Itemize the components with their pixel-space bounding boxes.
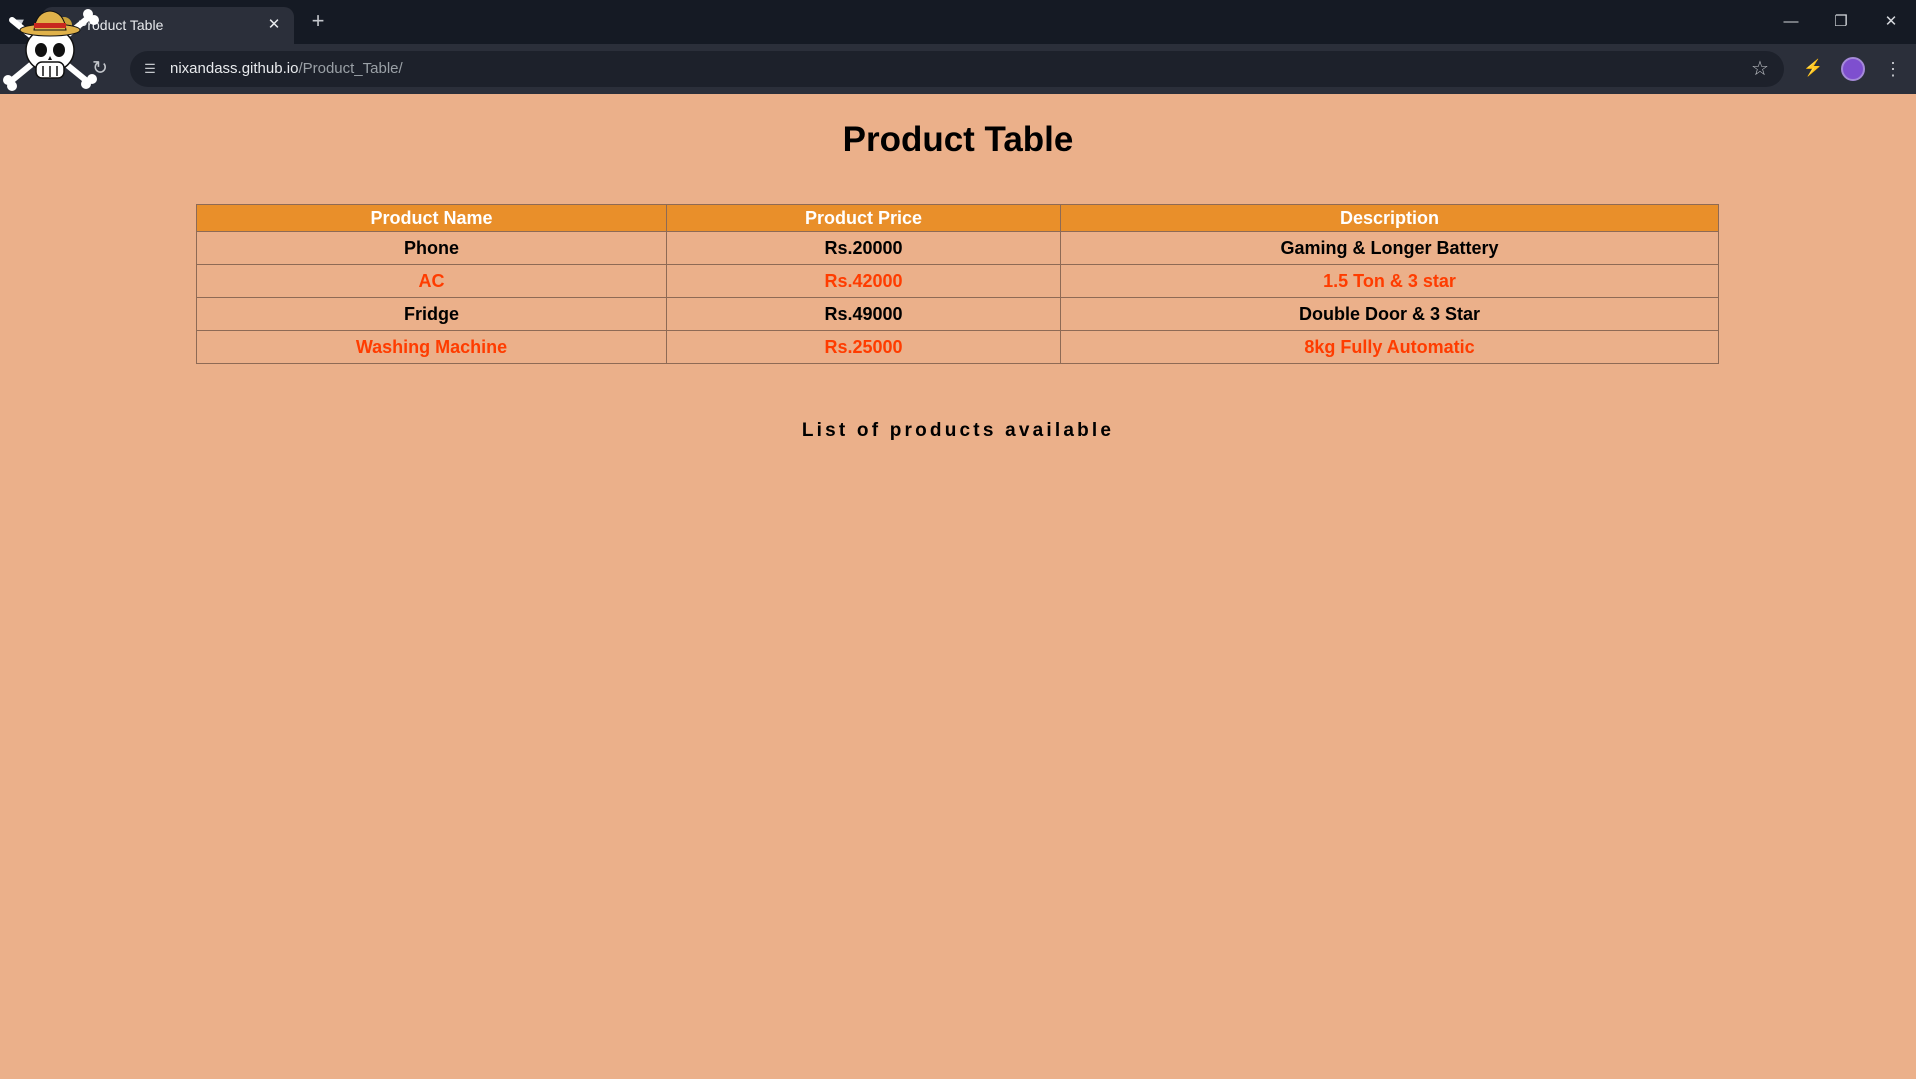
url-text[interactable]: nixandass.github.io/Product_Table/ <box>170 59 403 79</box>
tab-strip: ▼ Product Table ✕ + — ❐ ✕ <box>0 0 1916 44</box>
address-bar[interactable]: ☰ nixandass.github.io/Product_Table/ ☆ <box>130 51 1784 87</box>
bookmark-star-icon[interactable]: ☆ <box>1748 57 1772 81</box>
minimize-icon[interactable]: — <box>1768 8 1814 36</box>
cell-product-name: Fridge <box>196 297 667 331</box>
cell-product-price: Rs.20000 <box>666 231 1061 265</box>
table-header-row: Product Name Product Price Description <box>196 204 1719 232</box>
table-row: AC Rs.42000 1.5 Ton & 3 star <box>196 264 1719 298</box>
product-table: Product Name Product Price Description P… <box>196 204 1719 364</box>
close-window-icon[interactable]: ✕ <box>1868 8 1914 36</box>
cell-product-price: Rs.25000 <box>666 330 1061 364</box>
cell-product-name: Washing Machine <box>196 330 667 364</box>
jolly-roger-skull-icon <box>3 9 99 91</box>
page-content: Product Table Product Name Product Price… <box>0 94 1916 1079</box>
table-row: Fridge Rs.49000 Double Door & 3 Star <box>196 297 1719 331</box>
cell-product-price: Rs.49000 <box>666 297 1061 331</box>
restore-icon[interactable]: ❐ <box>1818 8 1864 36</box>
url-host: nixandass.github.io <box>170 60 299 77</box>
kebab-menu-icon[interactable]: ⋮ <box>1880 56 1906 82</box>
cell-description: Double Door & 3 Star <box>1060 297 1719 331</box>
site-info-icon[interactable]: ☰ <box>140 59 160 79</box>
profile-avatar[interactable] <box>1841 57 1865 81</box>
cell-description: 1.5 Ton & 3 star <box>1060 264 1719 298</box>
header-product-price: Product Price <box>666 204 1061 232</box>
cell-product-price: Rs.42000 <box>666 264 1061 298</box>
page-title: Product Table <box>842 120 1074 159</box>
table-row: Phone Rs.20000 Gaming & Longer Battery <box>196 231 1719 265</box>
cell-description: 8kg Fully Automatic <box>1060 330 1719 364</box>
tab-close-icon[interactable]: ✕ <box>264 15 284 35</box>
header-product-name: Product Name <box>196 204 667 232</box>
new-tab-button[interactable]: + <box>304 10 332 34</box>
products-caption: List of products available <box>801 420 1115 441</box>
cell-product-name: Phone <box>196 231 667 265</box>
header-description: Description <box>1060 204 1719 232</box>
extensions-icon[interactable]: ⚡ <box>1800 56 1826 82</box>
table-row: Washing Machine Rs.25000 8kg Fully Autom… <box>196 330 1719 364</box>
cell-product-name: AC <box>196 264 667 298</box>
url-path: /Product_Table/ <box>298 60 403 77</box>
browser-toolbar: ↻ ☰ nixandass.github.io/Product_Table/ ☆… <box>0 44 1916 94</box>
cell-description: Gaming & Longer Battery <box>1060 231 1719 265</box>
